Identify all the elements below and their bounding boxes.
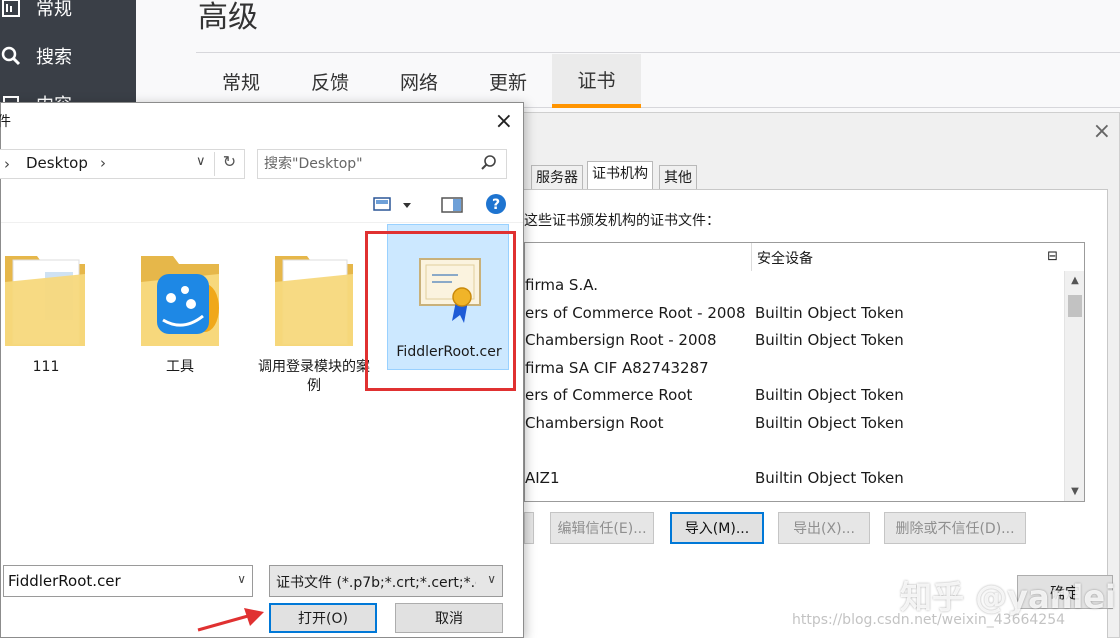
chevron-down-icon[interactable]: ∨: [487, 572, 496, 586]
filetype-value: 证书文件 (*.p7b;*.crt;*.cert;*.c: [276, 575, 476, 591]
cert-name: firma S.A.: [525, 276, 598, 294]
view-button[interactable]: [524, 512, 534, 544]
filename-field[interactable]: ∨: [3, 565, 253, 597]
tab-authorities[interactable]: 证书机构: [587, 161, 653, 189]
list-item[interactable]: Chambersign Root Builtin Object Token: [525, 414, 1055, 438]
folder-icon: [253, 242, 375, 352]
cert-name: Chambersign Root: [525, 414, 664, 432]
tab-others[interactable]: 其他: [659, 165, 697, 189]
file-name: 工具: [166, 359, 194, 375]
cert-name: ers of Commerce Root: [525, 386, 693, 404]
list-item[interactable]: Chambersign Root - 2008 Builtin Object To…: [525, 331, 1055, 355]
import-button[interactable]: 导入(M)...: [670, 512, 764, 544]
cert-device: Builtin Object Token: [755, 304, 904, 322]
delete-distrust-button[interactable]: 删除或不信任(D)...: [884, 512, 1026, 544]
dialog-title: 件: [0, 114, 11, 130]
breadcrumb-desktop[interactable]: Desktop: [26, 154, 88, 172]
chevron-down-icon[interactable]: ∨: [196, 154, 206, 169]
cert-description: 这些证书颁发机构的证书文件：: [524, 213, 720, 229]
page-title: 高级: [198, 0, 258, 35]
cert-name: ers of Commerce Root - 2008: [525, 304, 746, 322]
edit-trust-button[interactable]: 编辑信任(E)...: [550, 512, 654, 544]
breadcrumb-separator[interactable]: ›: [100, 154, 106, 172]
highlight-box: [365, 231, 516, 391]
list-item[interactable]: AIZ1 Builtin Object Token: [525, 469, 1055, 493]
file-item-login-demo[interactable]: 调用登录模块的案例: [253, 224, 375, 404]
scroll-down-icon[interactable]: ▼: [1065, 486, 1084, 497]
cert-name: firma SA CIF A82743287: [525, 359, 709, 377]
cert-device: Builtin Object Token: [755, 331, 904, 349]
list-item[interactable]: [525, 441, 1055, 465]
tab-feedback[interactable]: 反馈: [286, 54, 374, 108]
tab-update[interactable]: 更新: [464, 54, 552, 108]
tab-general[interactable]: 常规: [196, 54, 286, 108]
sidebar-item-label: 常规: [36, 0, 72, 20]
column-header-security-device[interactable]: 安全设备: [757, 248, 813, 268]
refresh-icon[interactable]: ↻: [214, 152, 244, 176]
general-icon: [0, 0, 22, 18]
close-icon[interactable]: ×: [495, 109, 513, 134]
tab-servers[interactable]: 服务器: [531, 165, 583, 189]
open-file-dialog: 件 × › Desktop › ∨ ↻ ? 111: [0, 102, 524, 638]
view-options-icon[interactable]: [373, 197, 413, 217]
cert-device: Builtin Object Token: [755, 386, 904, 404]
search-box[interactable]: [257, 149, 507, 179]
file-list: 111 工具 调用登录模块的案例 FiddlerRoot.cer: [1, 224, 523, 624]
preview-pane-icon[interactable]: [441, 197, 463, 217]
prefs-tabbar: 常规 反馈 网络 更新 证书: [196, 54, 1120, 108]
chevron-down-icon[interactable]: ∨: [237, 572, 246, 586]
open-button[interactable]: 打开(O): [269, 603, 377, 633]
folder-app-icon: [119, 242, 241, 352]
filetype-select[interactable]: 证书文件 (*.p7b;*.crt;*.cert;*.c ∨: [269, 565, 503, 597]
watermark-csdn: https://blog.csdn.net/weixin_43664254: [792, 612, 1066, 628]
export-button[interactable]: 导出(X)...: [778, 512, 870, 544]
file-name: 111: [32, 359, 60, 375]
search-icon: [0, 46, 22, 66]
sidebar-item-search[interactable]: 搜索: [0, 36, 136, 76]
file-name: 调用登录模块的案例: [258, 359, 370, 394]
tab-network[interactable]: 网络: [374, 54, 464, 108]
sidebar-item-general[interactable]: 常规: [0, 0, 136, 28]
cert-tab-panel: 这些证书颁发机构的证书文件： 安全设备 ⊟ firma S.A. ers of …: [523, 189, 1108, 638]
cancel-button[interactable]: 取消: [395, 603, 503, 633]
cert-name: AIZ1: [525, 469, 560, 487]
column-picker-icon[interactable]: ⊟: [1047, 249, 1058, 264]
list-item[interactable]: ers of Commerce Root - 2008 Builtin Objec…: [525, 304, 1055, 328]
vertical-scrollbar[interactable]: ▲ ▼: [1064, 271, 1084, 501]
filename-input[interactable]: [8, 571, 228, 591]
file-item-111[interactable]: 111: [0, 224, 107, 404]
cert-device: Builtin Object Token: [755, 469, 904, 487]
certificate-list[interactable]: 安全设备 ⊟ firma S.A. ers of Commerce Root -…: [524, 242, 1085, 502]
scroll-up-icon[interactable]: ▲: [1065, 275, 1084, 286]
file-item-tools[interactable]: 工具: [119, 224, 241, 404]
list-item[interactable]: ers of Commerce Root Builtin Object Token: [525, 386, 1055, 410]
close-icon[interactable]: ×: [1093, 119, 1111, 144]
divider: [196, 52, 1120, 53]
address-bar[interactable]: › Desktop › ∨ ↻: [0, 149, 245, 179]
cert-device: Builtin Object Token: [755, 414, 904, 432]
certificate-manager-dialog: × 服务器 证书机构 其他 这些证书颁发机构的证书文件： 安全设备 ⊟ firm…: [500, 112, 1120, 638]
scroll-thumb[interactable]: [1068, 295, 1082, 317]
tab-certificates[interactable]: 证书: [552, 54, 641, 108]
sidebar-item-label: 搜索: [36, 47, 72, 68]
list-item[interactable]: firma S.A.: [525, 276, 1055, 300]
search-icon[interactable]: [480, 154, 498, 176]
annotation-arrow-icon: [196, 604, 266, 638]
list-item[interactable]: firma SA CIF A82743287: [525, 359, 1055, 383]
dialog-toolbar: ?: [1, 187, 523, 223]
breadcrumb-separator: ›: [4, 155, 10, 173]
cert-name: Chambersign Root - 2008: [525, 331, 717, 349]
folder-icon: [0, 242, 107, 352]
column-separator: [751, 243, 752, 271]
search-input[interactable]: [264, 154, 474, 174]
help-icon[interactable]: ?: [485, 193, 507, 219]
svg-text:?: ?: [492, 197, 500, 213]
